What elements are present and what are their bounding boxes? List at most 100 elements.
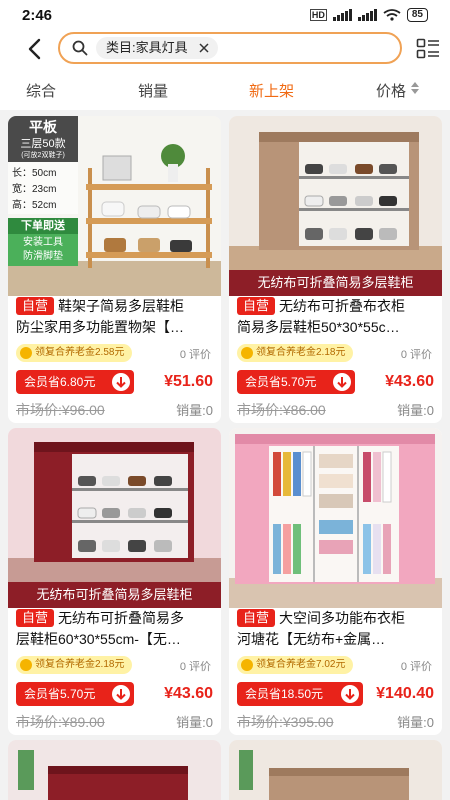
product-card[interactable]: 自营 大空间多功能布衣柜 河塘花【无纺布+金属… 领复合养老金7.02元 0 评价… xyxy=(229,428,442,735)
review-count: 0 评价 xyxy=(179,349,211,361)
review-count: 0 评价 xyxy=(179,661,211,673)
overlay-promo-title: 下单即送 xyxy=(8,218,78,234)
red-cabinet-illustration xyxy=(8,428,221,608)
sort-arrows-icon xyxy=(411,82,419,94)
market-price: 市场价:¥89.00 xyxy=(16,714,105,730)
status-time: 2:46 xyxy=(22,7,53,24)
product-image: 无纺布可折叠简易多层鞋柜 xyxy=(8,428,221,608)
category-filter-chip[interactable]: 类目:家具灯具 xyxy=(96,37,218,59)
sort-bar: 综合 销量 新上架 价格 xyxy=(0,70,450,110)
product-image xyxy=(229,428,442,608)
overlay-header: 平板 xyxy=(8,116,78,138)
image-caption: 无纺布可折叠简易多层鞋柜 xyxy=(8,582,221,608)
signal-icon-2 xyxy=(357,9,377,21)
coin-icon xyxy=(20,659,32,671)
market-price: 市场价:¥395.00 xyxy=(237,714,334,730)
member-discount-text: 会员省5.70元 xyxy=(245,375,317,389)
self-operated-tag: 自营 xyxy=(237,297,276,315)
sort-tab-sales[interactable]: 销量 xyxy=(138,80,168,101)
sales-count: 销量:0 xyxy=(176,715,213,730)
product-price: ¥43.60 xyxy=(385,373,434,390)
down-arrow-icon xyxy=(341,685,359,703)
overlay-dim-height: 高：52cm xyxy=(12,200,57,211)
member-discount-button[interactable]: 会员省5.70元 xyxy=(16,682,134,706)
product-title-line1: 自营 鞋架子简易多层鞋柜 xyxy=(16,296,216,317)
sort-tab-composite[interactable]: 综合 xyxy=(26,80,56,101)
overlay-dim-length: 长：50cm xyxy=(12,168,57,179)
back-button[interactable] xyxy=(20,34,48,64)
product-title-line1: 自营 大空间多功能布衣柜 xyxy=(237,608,437,629)
self-operated-tag: 自营 xyxy=(237,609,276,627)
back-arrow-icon xyxy=(28,38,41,60)
coin-icon xyxy=(241,659,253,671)
member-discount-button[interactable]: 会员省5.70元 xyxy=(237,370,355,394)
down-arrow-icon xyxy=(112,373,130,391)
overlay-sub: 三层50款 xyxy=(8,138,78,151)
wifi-icon xyxy=(383,9,401,21)
wardrobe-illustration xyxy=(229,428,442,608)
product-image xyxy=(8,740,221,800)
list-layout-icon[interactable] xyxy=(416,38,440,60)
status-bar: 2:46 HD 85 xyxy=(0,0,450,30)
coin-icon xyxy=(241,347,253,359)
category-chip-label: 类目:家具灯具 xyxy=(106,40,188,55)
self-operated-tag: 自营 xyxy=(16,297,55,315)
coupon-badge[interactable]: 领复合养老金7.02元 xyxy=(237,656,354,674)
spec-overlay: 平板 三层50款 (可放2双鞋子) 长：50cm 宽：23cm 高：52cm 下… xyxy=(8,116,78,296)
member-discount-button[interactable]: 会员省6.80元 xyxy=(16,370,134,394)
battery-icon: 85 xyxy=(406,8,428,22)
member-discount-button[interactable]: 会员省18.50元 xyxy=(237,682,363,706)
coupon-text: 领复合养老金7.02元 xyxy=(256,659,346,670)
product-title-line2: 防尘家用多功能置物架【… xyxy=(16,319,184,335)
product-price: ¥51.60 xyxy=(164,373,213,390)
product-title-line2: 简易多层鞋柜50*30*55c… xyxy=(237,319,400,335)
overlay-dim-width: 宽：23cm xyxy=(12,184,57,195)
coupon-badge[interactable]: 领复合养老金2.58元 xyxy=(16,344,133,362)
signal-icon xyxy=(332,9,352,21)
overlay-note: (可放2双鞋子) xyxy=(8,151,78,162)
sales-count: 销量:0 xyxy=(397,715,434,730)
product-image xyxy=(229,740,442,800)
product-card[interactable]: 无纺布可折叠简易多层鞋柜 自营 无纺布可折叠布衣柜 简易多层鞋柜50*30*55c… xyxy=(229,116,442,423)
search-input[interactable]: 类目:家具灯具 xyxy=(58,32,402,64)
down-arrow-icon xyxy=(333,373,351,391)
product-card-partial[interactable] xyxy=(229,740,442,800)
product-card[interactable]: 无纺布可折叠简易多层鞋柜 自营 无纺布可折叠简易多 层鞋柜60*30*55cm-【… xyxy=(8,428,221,735)
hd-badge: HD xyxy=(309,9,327,21)
coupon-badge[interactable]: 领复合养老金2.18元 xyxy=(237,344,354,362)
product-title-line1: 自营 无纺布可折叠简易多 xyxy=(16,608,216,629)
status-icons: HD 85 xyxy=(309,8,428,22)
coin-icon xyxy=(20,347,32,359)
product-title-line1: 自营 无纺布可折叠布衣柜 xyxy=(237,296,437,317)
down-arrow-icon xyxy=(112,685,130,703)
market-price: 市场价:¥96.00 xyxy=(16,402,105,418)
member-discount-text: 会员省6.80元 xyxy=(24,375,96,389)
product-price: ¥140.40 xyxy=(376,685,434,702)
coupon-text: 领复合养老金2.18元 xyxy=(256,347,346,358)
coupon-badge[interactable]: 领复合养老金2.18元 xyxy=(16,656,133,674)
product-price: ¥43.60 xyxy=(164,685,213,702)
product-image: 平板 三层50款 (可放2双鞋子) 长：50cm 宽：23cm 高：52cm 下… xyxy=(8,116,221,296)
coupon-text: 领复合养老金2.18元 xyxy=(35,659,125,670)
product-card-partial[interactable] xyxy=(8,740,221,800)
product-title-line2: 河塘花【无纺布+金属… xyxy=(237,631,386,647)
overlay-promo-item-1: 安装工具 xyxy=(23,237,63,248)
product-title-line2: 层鞋柜60*30*55cm-【无… xyxy=(16,631,181,647)
sort-tab-price[interactable]: 价格 xyxy=(376,80,406,101)
close-icon[interactable] xyxy=(198,42,210,54)
image-caption: 无纺布可折叠简易多层鞋柜 xyxy=(229,270,442,296)
review-count: 0 评价 xyxy=(400,349,432,361)
member-discount-text: 会员省18.50元 xyxy=(245,687,324,701)
member-discount-text: 会员省5.70元 xyxy=(24,687,96,701)
sales-count: 销量:0 xyxy=(397,403,434,418)
review-count: 0 评价 xyxy=(400,661,432,673)
coupon-text: 领复合养老金2.58元 xyxy=(35,347,125,358)
product-card[interactable]: 平板 三层50款 (可放2双鞋子) 长：50cm 宽：23cm 高：52cm 下… xyxy=(8,116,221,423)
fabric-cabinet-illustration xyxy=(229,116,442,296)
search-header: 类目:家具灯具 xyxy=(0,30,450,70)
market-price: 市场价:¥86.00 xyxy=(237,402,326,418)
sales-count: 销量:0 xyxy=(176,403,213,418)
product-image: 无纺布可折叠简易多层鞋柜 xyxy=(229,116,442,296)
overlay-promo-item-2: 防滑脚垫 xyxy=(23,251,63,262)
sort-tab-new[interactable]: 新上架 xyxy=(249,80,294,101)
